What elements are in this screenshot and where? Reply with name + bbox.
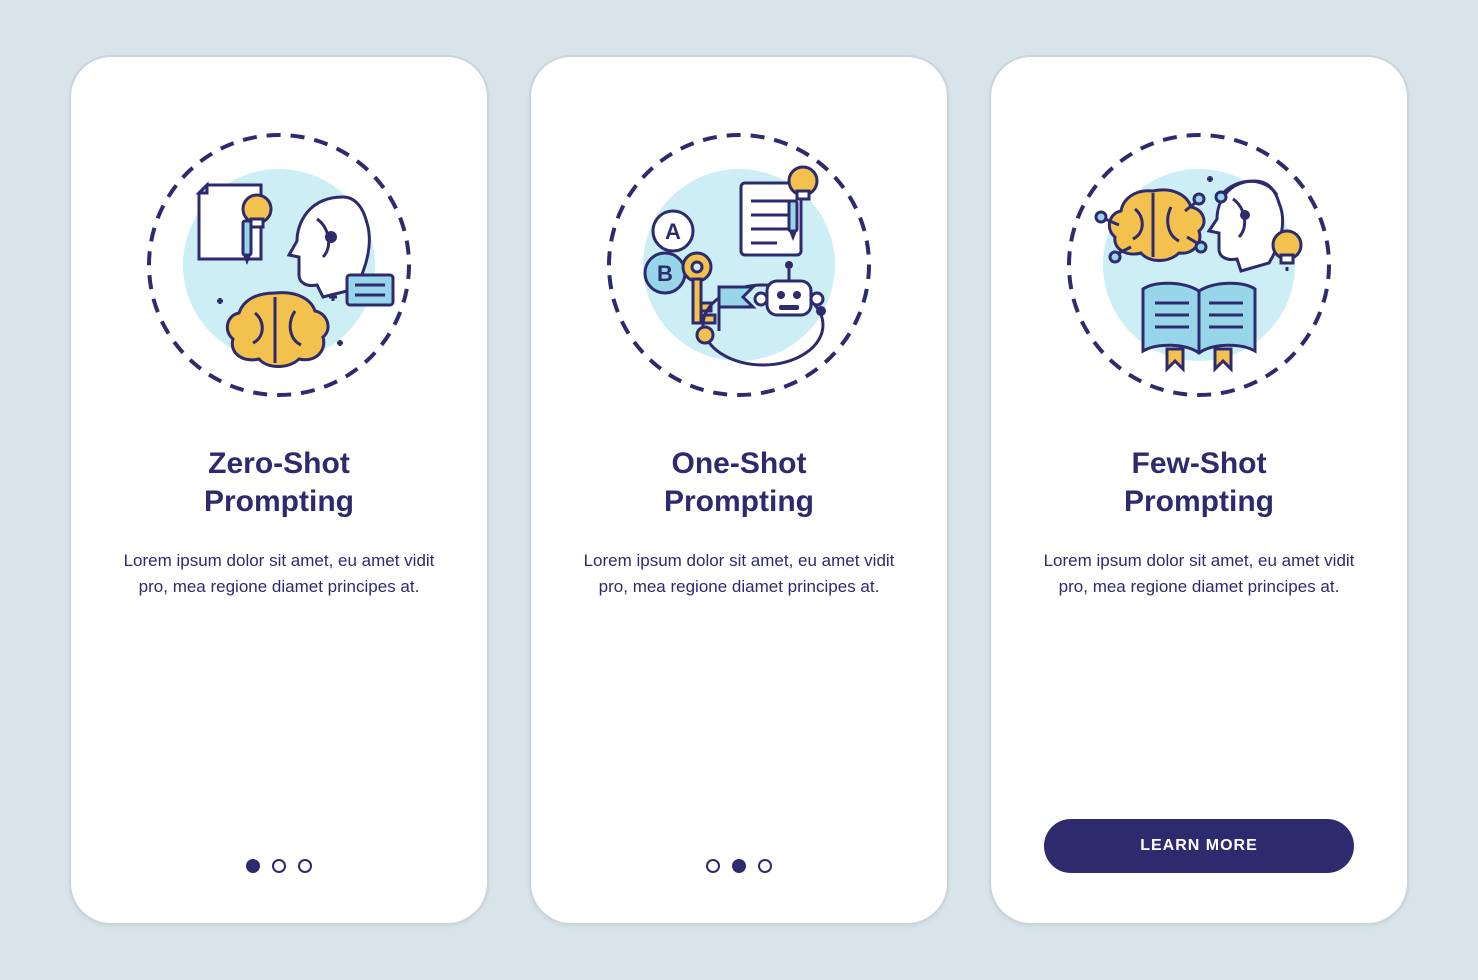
page-dot-3[interactable] xyxy=(758,859,772,873)
page-dot-3[interactable] xyxy=(298,859,312,873)
onboarding-screen-few-shot: Few-Shot Prompting Lorem ipsum dolor sit… xyxy=(989,55,1409,925)
svg-text:A: A xyxy=(665,219,681,244)
screen-description: Lorem ipsum dolor sit amet, eu amet vidi… xyxy=(1039,548,1359,601)
page-dot-1[interactable] xyxy=(246,859,260,873)
onboarding-row: Zero-Shot Prompting Lorem ipsum dolor si… xyxy=(69,55,1409,925)
page-dot-1[interactable] xyxy=(706,859,720,873)
page-indicator[interactable] xyxy=(246,859,312,873)
learn-more-button[interactable]: LEARN MORE xyxy=(1044,819,1354,873)
one-shot-icon: A B xyxy=(599,125,879,405)
onboarding-screen-zero-shot: Zero-Shot Prompting Lorem ipsum dolor si… xyxy=(69,55,489,925)
screen-title: One-Shot Prompting xyxy=(609,445,869,520)
onboarding-screen-one-shot: A B xyxy=(529,55,949,925)
zero-shot-icon xyxy=(139,125,419,405)
screen-description: Lorem ipsum dolor sit amet, eu amet vidi… xyxy=(579,548,899,601)
screen-description: Lorem ipsum dolor sit amet, eu amet vidi… xyxy=(119,548,439,601)
few-shot-icon xyxy=(1059,125,1339,405)
page-dot-2[interactable] xyxy=(732,859,746,873)
page-indicator[interactable] xyxy=(706,859,772,873)
screen-title: Few-Shot Prompting xyxy=(1069,445,1329,520)
screen-title: Zero-Shot Prompting xyxy=(149,445,409,520)
page-dot-2[interactable] xyxy=(272,859,286,873)
svg-text:B: B xyxy=(657,261,673,286)
